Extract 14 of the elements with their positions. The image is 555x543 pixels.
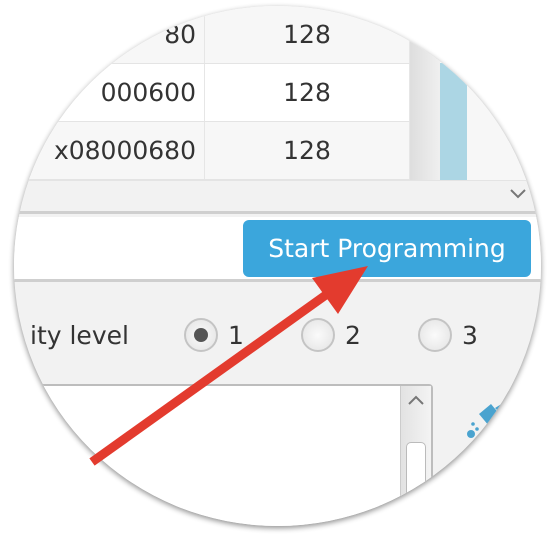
chevron-down-icon[interactable]: [509, 187, 527, 201]
input-field[interactable]: Start Programming: [14, 217, 541, 282]
radio-button[interactable]: [418, 318, 452, 352]
setting-label: ity level: [30, 320, 130, 350]
radio-label: 2: [345, 320, 361, 350]
radio-label: 3: [462, 320, 478, 350]
table-cell: 000600: [14, 64, 205, 121]
scroll-thumb[interactable]: [440, 63, 467, 180]
radio-button[interactable]: [184, 318, 218, 352]
table-cell: x08000680: [14, 122, 205, 179]
radio-label: 1: [228, 320, 244, 350]
chevron-up-icon[interactable]: [407, 394, 425, 406]
start-programming-button[interactable]: Start Programming: [243, 220, 531, 276]
radio-button[interactable]: [301, 318, 335, 352]
